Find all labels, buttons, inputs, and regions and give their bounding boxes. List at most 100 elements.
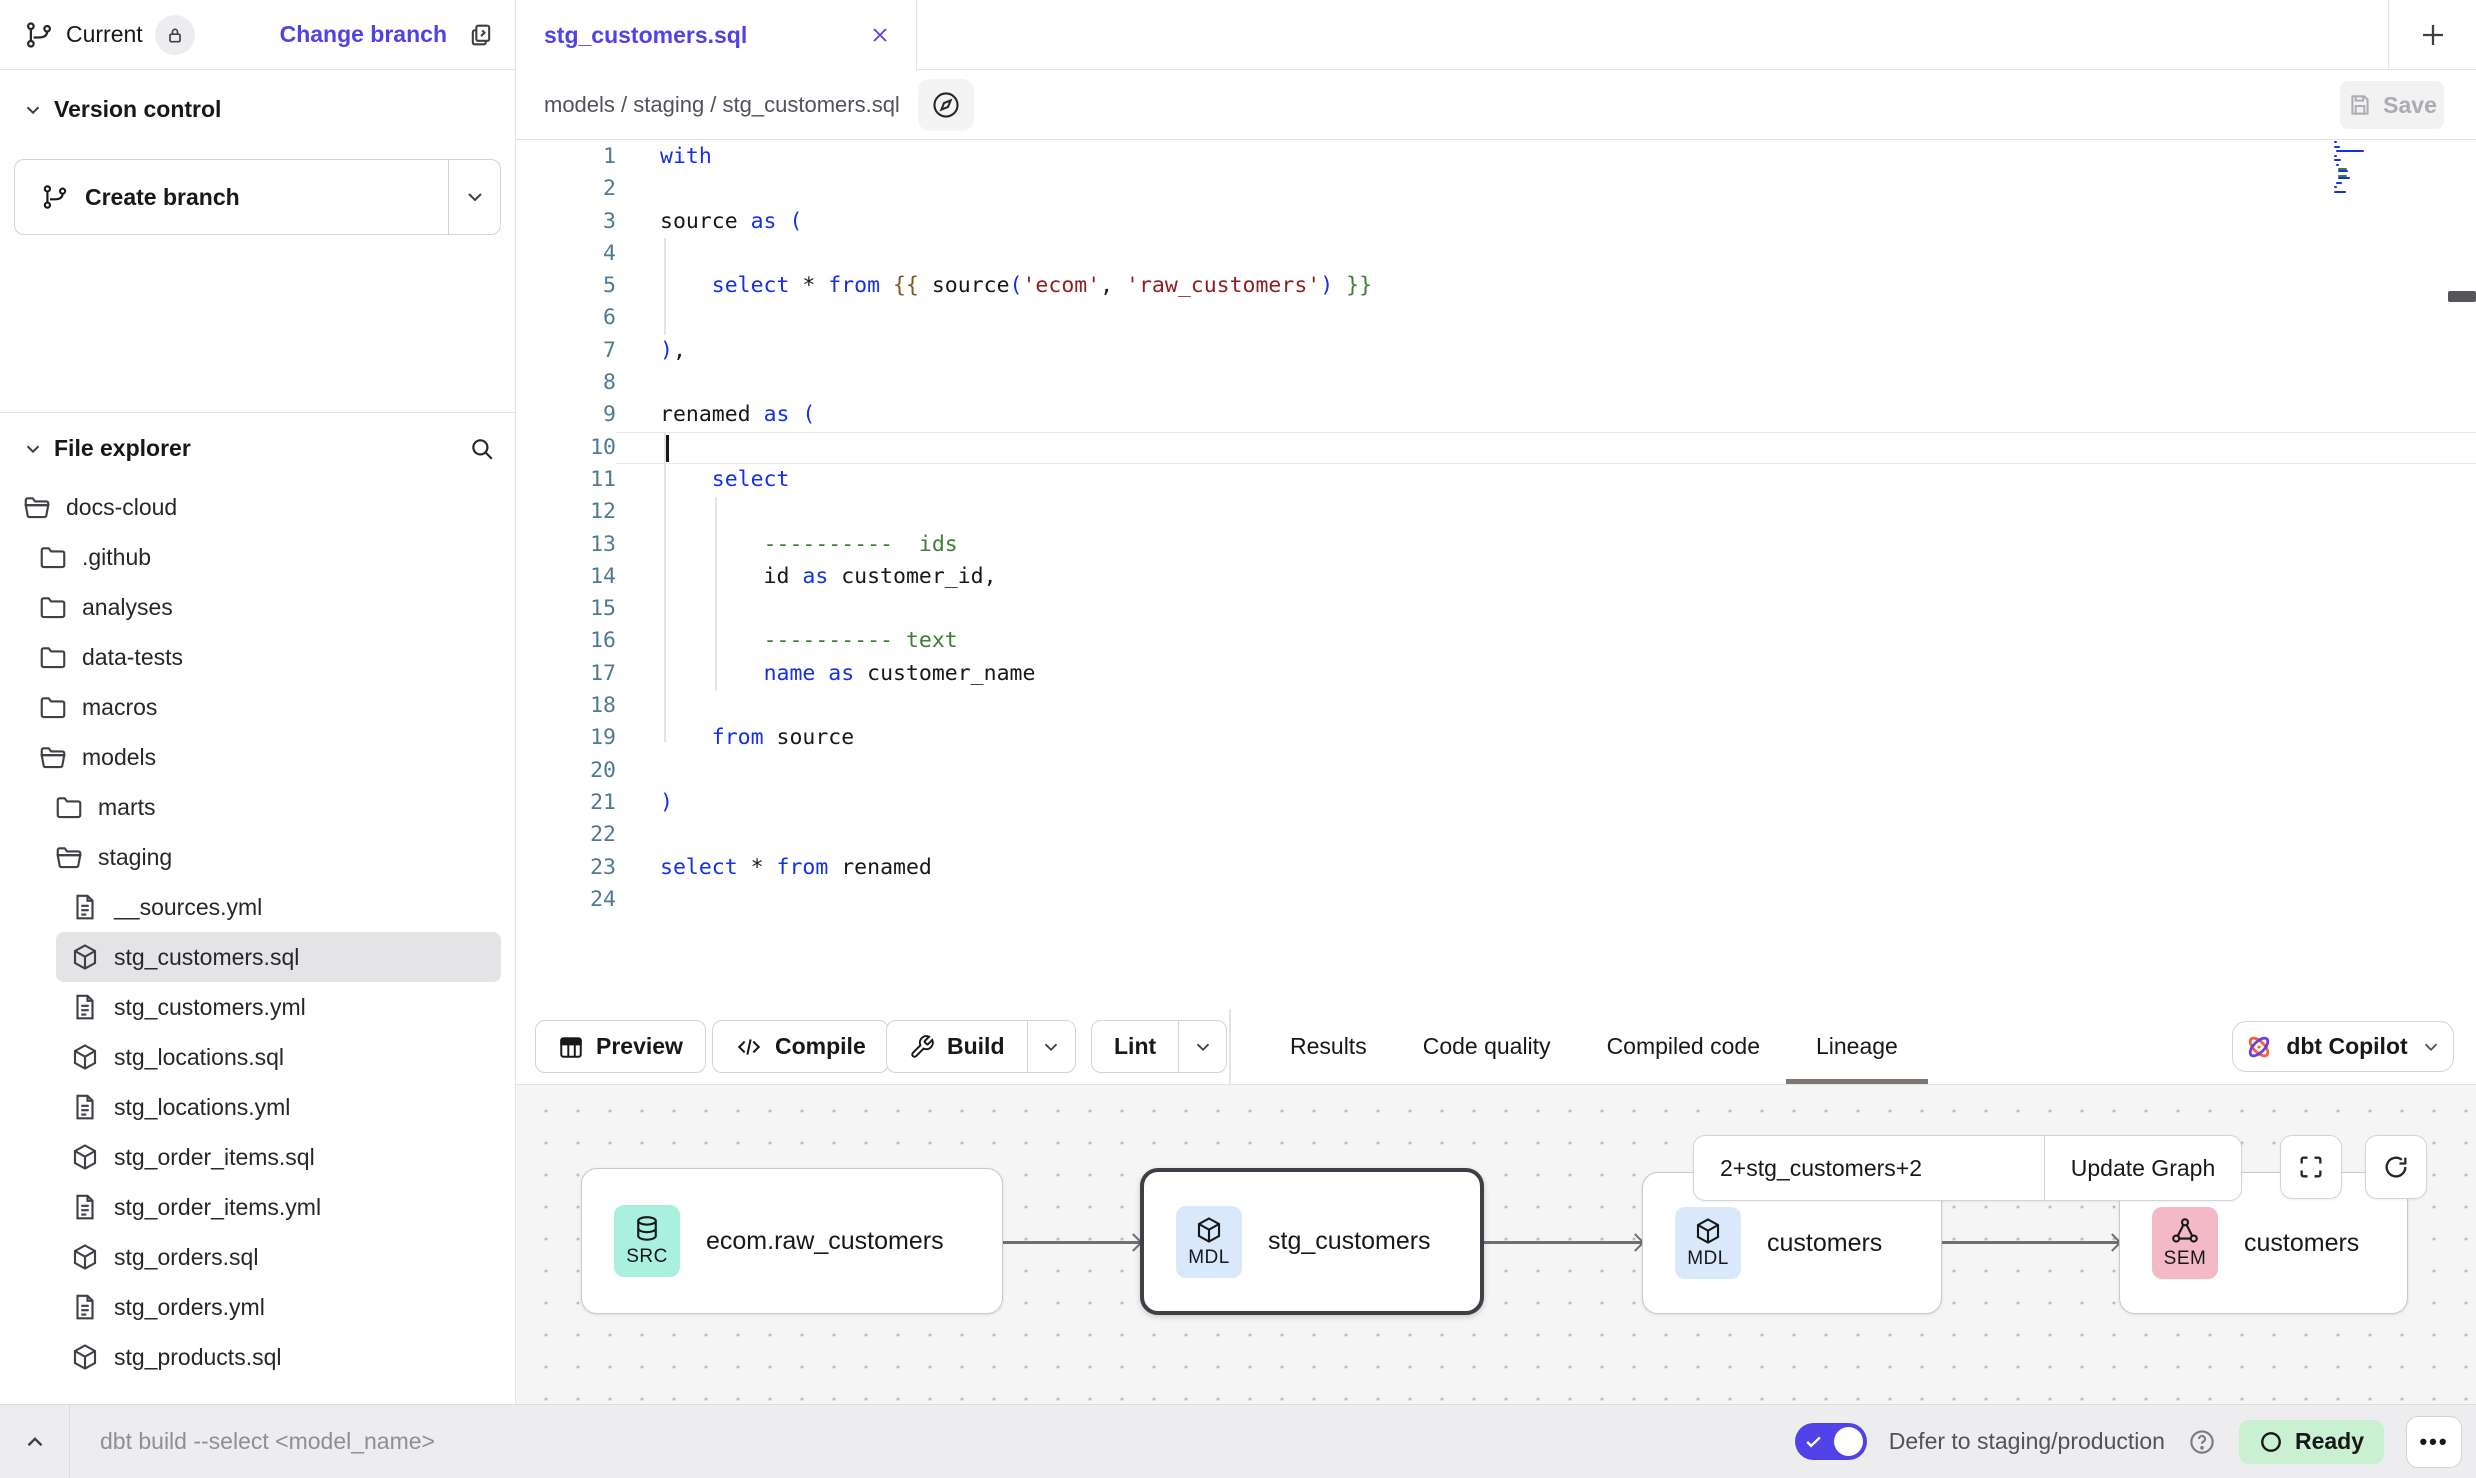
refresh-button[interactable] [2365,1135,2427,1199]
branch-header: Current Change branch [0,0,515,70]
defer-toggle[interactable] [1795,1423,1867,1460]
file-tree-item-models[interactable]: models [24,732,501,782]
result-tabs: Results Code quality Compiled code Lineage [1290,1009,1898,1084]
lineage-panel[interactable]: SRCecom.raw_customersMDLstg_customersMDL… [516,1085,2476,1404]
code-line-20[interactable]: 20 [516,755,2476,787]
file-tree-item-data-tests[interactable]: data-tests [24,632,501,682]
build-main[interactable]: Build [887,1021,1027,1072]
file-tree-item-stg-orders-yml[interactable]: stg_orders.yml [56,1282,501,1332]
line-number: 9 [516,399,616,431]
lineage-selector-input[interactable]: 2+stg_customers+2 [1694,1136,2045,1200]
code-line-16[interactable]: 16 ---------- text [516,625,2476,657]
code-line-18[interactable]: 18 [516,690,2476,722]
lint-button: Lint [1091,1020,1227,1073]
result-tab-code-quality[interactable]: Code quality [1423,1009,1551,1084]
ready-status-badge[interactable]: Ready [2239,1420,2384,1464]
line-text [616,238,2476,270]
code-line-4[interactable]: 4 [516,238,2476,270]
file-explorer-title: File explorer [54,435,191,462]
doc-icon [70,1092,100,1122]
code-line-3[interactable]: 3source as ( [516,206,2476,238]
version-control-header[interactable]: Version control [14,96,501,123]
tab-stg-customers-sql[interactable]: stg_customers.sql [516,0,917,71]
preview-button[interactable]: Preview [535,1020,706,1073]
code-line-17[interactable]: 17 name as customer_name [516,658,2476,690]
file-tree-item-macros[interactable]: macros [24,682,501,732]
code-line-11[interactable]: 11 select [516,464,2476,496]
build-dropdown[interactable] [1027,1021,1075,1072]
line-number: 15 [516,593,616,625]
more-options-button[interactable]: ••• [2406,1416,2462,1468]
code-line-21[interactable]: 21) [516,787,2476,819]
file-tree-item-docs-cloud[interactable]: docs-cloud [8,482,501,532]
command-input[interactable]: dbt build --select <model_name> [100,1428,1795,1455]
code-line-12[interactable]: 12 [516,496,2476,528]
code-line-24[interactable]: 24 [516,884,2476,916]
fullscreen-button[interactable] [2280,1135,2342,1199]
code-line-22[interactable]: 22 [516,819,2476,851]
change-branch-link[interactable]: Change branch [280,21,447,48]
code-line-1[interactable]: 1with [516,141,2476,173]
line-number: 2 [516,173,616,205]
new-tab-button[interactable] [2388,0,2476,69]
file-tree-item-stg-products-sql[interactable]: stg_products.sql [56,1332,501,1382]
lint-main[interactable]: Lint [1092,1021,1178,1072]
version-control-section: Version control Create branch [0,70,515,413]
file-tree-item-analyses[interactable]: analyses [24,582,501,632]
file-tree-item-staging[interactable]: staging [40,832,501,882]
code-line-19[interactable]: 19 from source [516,722,2476,754]
code-line-9[interactable]: 9renamed as ( [516,399,2476,431]
check-icon [1804,1432,1823,1451]
copy-icon[interactable] [467,21,495,49]
collapse-panel-button[interactable] [0,1405,70,1478]
code-line-5[interactable]: 5 select * from {{ source('ecom', 'raw_c… [516,270,2476,302]
code-line-14[interactable]: 14 id as customer_id, [516,561,2476,593]
code-line-23[interactable]: 23select * from renamed [516,852,2476,884]
open-docs-button[interactable] [918,79,974,131]
code-line-7[interactable]: 7), [516,335,2476,367]
save-button[interactable]: Save [2340,81,2444,129]
minimap-line [2334,155,2337,157]
code-line-15[interactable]: 15 [516,593,2476,625]
result-tab-compiled-code[interactable]: Compiled code [1607,1009,1760,1084]
file-tree-item-stg-customers-yml[interactable]: stg_customers.yml [56,982,501,1032]
code-line-6[interactable]: 6 [516,302,2476,334]
file-tree-item--sources-yml[interactable]: __sources.yml [56,882,501,932]
file-tree-item-stg-locations-sql[interactable]: stg_locations.sql [56,1032,501,1082]
update-graph-button[interactable]: Update Graph [2045,1136,2241,1200]
scrollbar-handle[interactable] [2448,291,2476,302]
code-line-10[interactable]: 10 [516,432,2476,464]
result-tab-results[interactable]: Results [1290,1009,1367,1084]
line-number: 6 [516,302,616,334]
line-text: id as customer_id, [616,561,2476,593]
code-line-8[interactable]: 8 [516,367,2476,399]
code-editor[interactable]: 1with23source as (45 select * from {{ so… [516,141,2476,1009]
file-tree-item-stg-customers-sql[interactable]: stg_customers.sql [56,932,501,982]
lineage-node-stg-customers[interactable]: MDLstg_customers [1140,1168,1484,1315]
help-icon[interactable] [2187,1427,2217,1457]
file-tree-item-stg-order-items-sql[interactable]: stg_order_items.sql [56,1132,501,1182]
dbt-copilot-button[interactable]: dbt Copilot [2232,1021,2454,1072]
close-tab-icon[interactable] [868,23,892,47]
code-line-13[interactable]: 13 ---------- ids [516,529,2476,561]
file-tree-item-marts[interactable]: marts [40,782,501,832]
minimap[interactable] [2334,141,2388,197]
lint-dropdown[interactable] [1178,1021,1226,1072]
line-text: ---------- ids [616,529,2476,561]
code-line-2[interactable]: 2 [516,173,2476,205]
defer-label: Defer to staging/production [1889,1428,2165,1455]
lineage-node-ecom-raw-customers[interactable]: SRCecom.raw_customers [581,1168,1003,1314]
file-tree-item-stg-orders-sql[interactable]: stg_orders.sql [56,1232,501,1282]
file-search-button[interactable] [469,436,495,462]
line-text: from source [616,722,2476,754]
create-branch-main[interactable]: Create branch [15,160,448,234]
file-tree-item-stg-order-items-yml[interactable]: stg_order_items.yml [56,1182,501,1232]
file-tree-item--github[interactable]: .github [24,532,501,582]
create-branch-dropdown[interactable] [448,160,500,234]
line-number: 22 [516,819,616,851]
file-tree-item-stg-locations-yml[interactable]: stg_locations.yml [56,1082,501,1132]
result-tab-lineage[interactable]: Lineage [1816,1009,1898,1084]
file-explorer-header[interactable]: File explorer [0,435,515,462]
file-explorer-section: File explorer docs-cloud.githubanalysesd… [0,413,515,1382]
compile-button[interactable]: Compile [712,1020,889,1073]
